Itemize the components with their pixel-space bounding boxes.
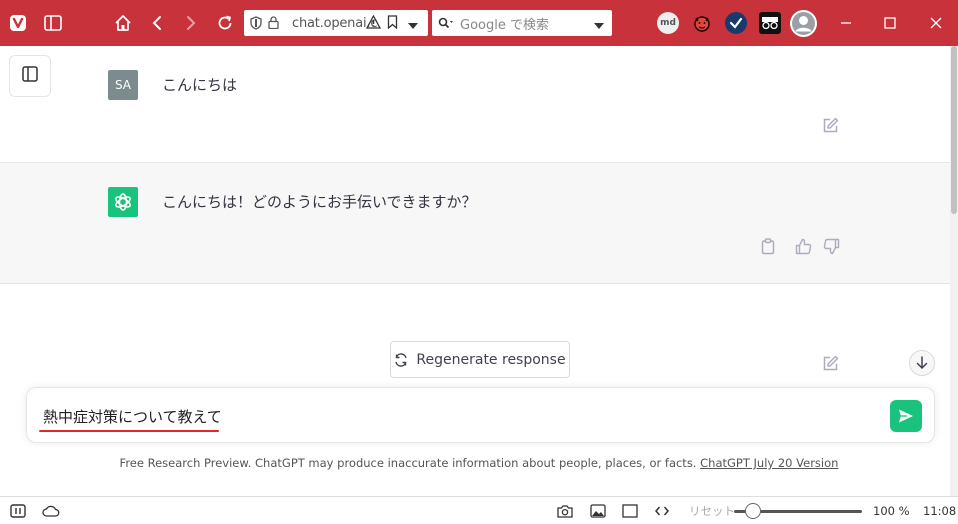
window-icon[interactable]: [622, 503, 638, 519]
cloud-sync-icon[interactable]: [42, 503, 60, 519]
bookmark-icon[interactable]: [387, 15, 398, 33]
scrollbar-thumb[interactable]: [951, 46, 957, 214]
send-button[interactable]: [890, 400, 922, 432]
shield-icon[interactable]: [250, 16, 262, 34]
scroll-to-bottom-button[interactable]: [909, 350, 935, 376]
send-icon: [898, 408, 914, 424]
message-input[interactable]: 熱中症対策について教えて: [43, 406, 222, 427]
browser-toolbar: chat.openai.c Google で検索 md: [0, 0, 958, 46]
url-dropdown-icon[interactable]: [408, 19, 418, 34]
forward-icon[interactable]: [180, 12, 202, 34]
checkmark-extension-icon[interactable]: [725, 12, 747, 34]
panel-toggle-icon[interactable]: [42, 12, 64, 34]
search-dropdown-icon[interactable]: [594, 19, 604, 34]
version-link[interactable]: ChatGPT July 20 Version: [700, 456, 838, 470]
search-icon: [438, 17, 456, 29]
code-icon[interactable]: [655, 503, 669, 519]
arrow-down-icon: [916, 356, 928, 370]
copy-icon[interactable]: [760, 238, 778, 256]
back-icon[interactable]: [146, 12, 168, 34]
user-message-text: こんにちは: [162, 76, 238, 94]
user-message-row: SA こんにちは: [0, 46, 950, 163]
zoom-level: 100 %: [873, 504, 910, 518]
edit-icon-partial[interactable]: [822, 355, 840, 373]
profile-avatar-icon[interactable]: [790, 10, 817, 37]
zoom-slider-knob[interactable]: [745, 503, 762, 519]
refresh-icon: [394, 352, 408, 367]
warning-icon[interactable]: [365, 14, 382, 33]
sidebar-toggle-button[interactable]: [9, 55, 51, 97]
vivaldi-menu-icon[interactable]: [7, 12, 29, 34]
url-text: chat.openai.c: [292, 15, 378, 31]
glasses-extension-icon[interactable]: [759, 12, 781, 34]
regenerate-response-button[interactable]: Regenerate response: [390, 341, 570, 378]
browser-statusbar: リセット 100 % 11:08: [0, 496, 958, 524]
assistant-message-row: こんにちは！どのようにお手伝いできますか？: [0, 163, 950, 284]
markdown-extension-icon[interactable]: md: [657, 12, 679, 34]
image-icon[interactable]: [590, 503, 606, 519]
reload-icon[interactable]: [214, 12, 236, 34]
disclaimer-footer: Free Research Preview. ChatGPT may produ…: [0, 456, 958, 470]
maximize-icon[interactable]: [879, 12, 901, 34]
thumbs-down-icon[interactable]: [823, 238, 841, 256]
user-avatar: SA: [108, 70, 138, 100]
sidebar-icon: [22, 66, 38, 86]
edit-icon[interactable]: [822, 117, 840, 135]
assistant-message-text: こんにちは！どのようにお手伝いできますか？: [162, 193, 477, 211]
page-scrollbar[interactable]: [950, 46, 958, 496]
clock: 11:08: [923, 504, 957, 518]
devil-extension-icon[interactable]: [691, 12, 713, 34]
camera-icon[interactable]: [557, 503, 573, 519]
ime-underline: [39, 430, 219, 432]
minimize-icon[interactable]: [835, 12, 857, 34]
search-placeholder: Google で検索: [460, 17, 549, 33]
disclaimer-text: Free Research Preview. ChatGPT may produ…: [119, 456, 701, 470]
search-bar[interactable]: Google で検索: [432, 10, 612, 36]
lock-icon[interactable]: [268, 16, 279, 33]
regenerate-label: Regenerate response: [416, 351, 566, 368]
panel-icon[interactable]: [10, 503, 26, 519]
address-bar[interactable]: chat.openai.c: [244, 10, 428, 36]
thumbs-up-icon[interactable]: [795, 238, 813, 256]
close-icon[interactable]: [925, 12, 947, 34]
zoom-slider[interactable]: [734, 503, 862, 519]
home-icon[interactable]: [112, 12, 134, 34]
message-composer[interactable]: 熱中症対策について教えて: [26, 387, 935, 443]
chatgpt-logo-icon: [108, 187, 138, 217]
zoom-reset-button[interactable]: リセット: [689, 503, 735, 519]
